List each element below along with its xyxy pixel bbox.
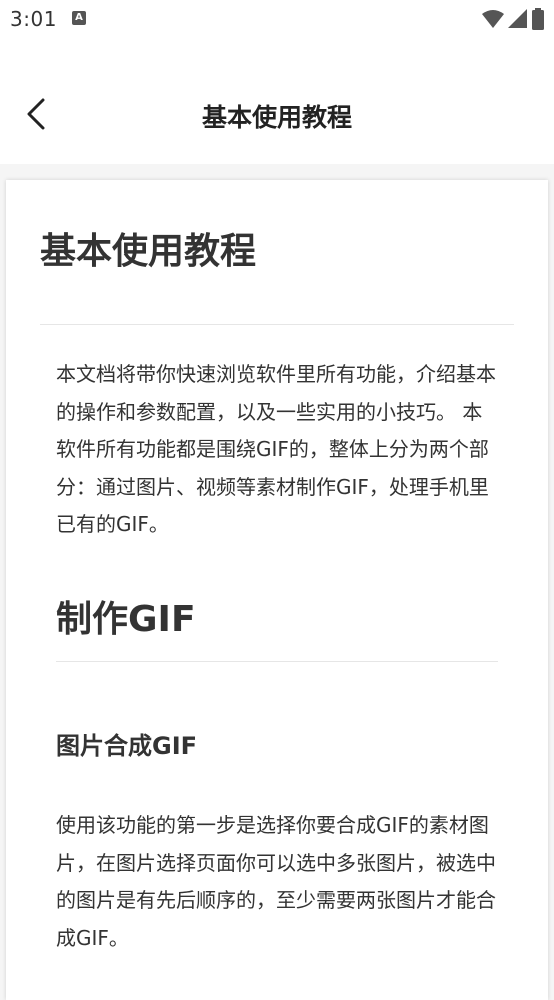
section-heading: 制作GIF <box>56 599 196 640</box>
app-bar: 基本使用教程 <box>0 40 554 164</box>
title-divider <box>40 324 514 325</box>
subsection-paragraph: 使用该功能的第一步是选择你要合成GIF的素材图片，在图片选择页面你可以选中多张图… <box>56 813 496 950</box>
status-time: 3:01 <box>10 7 57 31</box>
subsection-heading: 图片合成GIF <box>56 732 198 760</box>
document-title: 基本使用教程 <box>40 231 257 272</box>
wifi-icon <box>482 10 504 28</box>
status-bar: 3:01 A <box>0 0 554 40</box>
page-title: 基本使用教程 <box>201 103 352 132</box>
document-card: 基本使用教程 本文档将带你快速浏览软件里所有功能，介绍基本的操作和参数配置，以及… <box>6 180 548 1000</box>
status-icons <box>482 8 544 30</box>
battery-icon <box>532 8 544 30</box>
signal-icon <box>508 9 527 28</box>
section-divider <box>56 661 498 662</box>
notification-icon: A <box>72 11 86 25</box>
intro-paragraph: 本文档将带你快速浏览软件里所有功能，介绍基本的操作和参数配置，以及一些实用的小技… <box>56 362 496 536</box>
